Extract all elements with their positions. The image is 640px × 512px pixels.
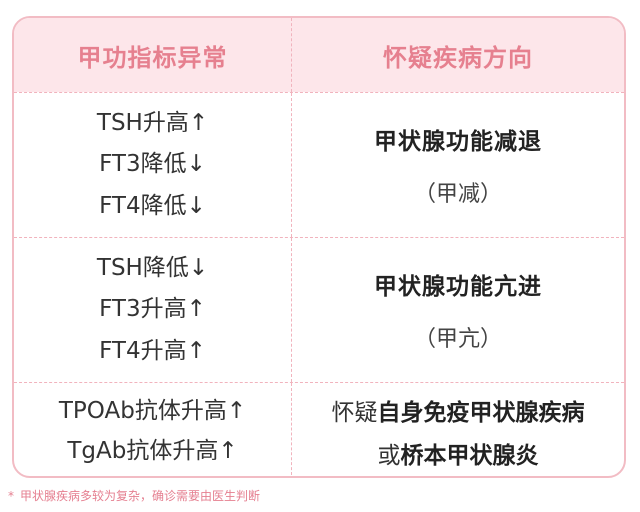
footnote-star: *: [8, 489, 14, 503]
footnote: * 甲状腺疾病多较为复杂，确诊需要由医生判断: [8, 487, 260, 504]
diagnosis-name: 甲状腺功能亢进: [374, 274, 542, 300]
table-row: TSH降低↓ FT3升高↑ FT4升高↑ 甲状腺功能亢进 （甲亢）: [14, 237, 624, 382]
indicator-item: FT3降低↓: [99, 151, 206, 178]
suspect-prefix: 或: [377, 442, 401, 469]
header-diagnosis: 怀疑疾病方向: [383, 43, 533, 72]
indicator-item: FT3升高↑: [99, 296, 206, 323]
indicator-item: TgAb抗体升高↑: [67, 437, 238, 464]
table-row: TSH升高↑ FT3降低↓ FT4降低↓ 甲状腺功能减退 （甲减）: [14, 92, 624, 237]
indicator-item: TPOAb抗体升高↑: [58, 398, 247, 425]
suspect-disease: 桥本甲状腺炎: [400, 442, 539, 469]
suspect-prefix: 怀疑: [331, 400, 378, 427]
footnote-text: 甲状腺疾病多较为复杂，确诊需要由医生判断: [20, 489, 261, 503]
diagnosis-cell: 甲状腺功能减退 （甲减）: [292, 93, 624, 237]
thyroid-indicator-table: 甲功指标异常 怀疑疾病方向 TSH升高↑ FT3降低↓ FT4降低↓ 甲状腺功能…: [12, 16, 626, 478]
table-row: TPOAb抗体升高↑ TgAb抗体升高↑ 怀疑自身免疫甲状腺疾病 或桥本甲状腺炎: [14, 382, 624, 476]
indicator-item: FT4降低↓: [99, 192, 206, 219]
suspect-disease: 自身免疫甲状腺疾病: [377, 400, 585, 427]
indicator-item: TSH降低↓: [96, 255, 209, 282]
diagnosis-abbr: （甲亢）: [413, 327, 502, 352]
suspect-line-1: 怀疑自身免疫甲状腺疾病: [332, 393, 585, 427]
indicator-cell: TSH降低↓ FT3升高↑ FT4升高↑: [14, 238, 292, 382]
indicator-cell: TPOAb抗体升高↑ TgAb抗体升高↑: [14, 383, 292, 476]
indicator-item: TSH升高↑: [96, 110, 209, 137]
diagnosis-cell: 甲状腺功能亢进 （甲亢）: [292, 238, 624, 382]
diagnosis-cell: 怀疑自身免疫甲状腺疾病 或桥本甲状腺炎: [292, 383, 624, 476]
diagnosis-abbr: （甲减）: [413, 182, 502, 207]
diagnosis-name: 甲状腺功能减退: [374, 129, 542, 155]
suspect-line-2: 或桥本甲状腺炎: [378, 436, 539, 470]
header-indicator: 甲功指标异常: [14, 18, 292, 92]
indicator-cell: TSH升高↑ FT3降低↓ FT4降低↓: [14, 93, 292, 237]
table-header: 甲功指标异常 怀疑疾病方向: [14, 18, 624, 92]
indicator-item: FT4升高↑: [99, 337, 206, 364]
